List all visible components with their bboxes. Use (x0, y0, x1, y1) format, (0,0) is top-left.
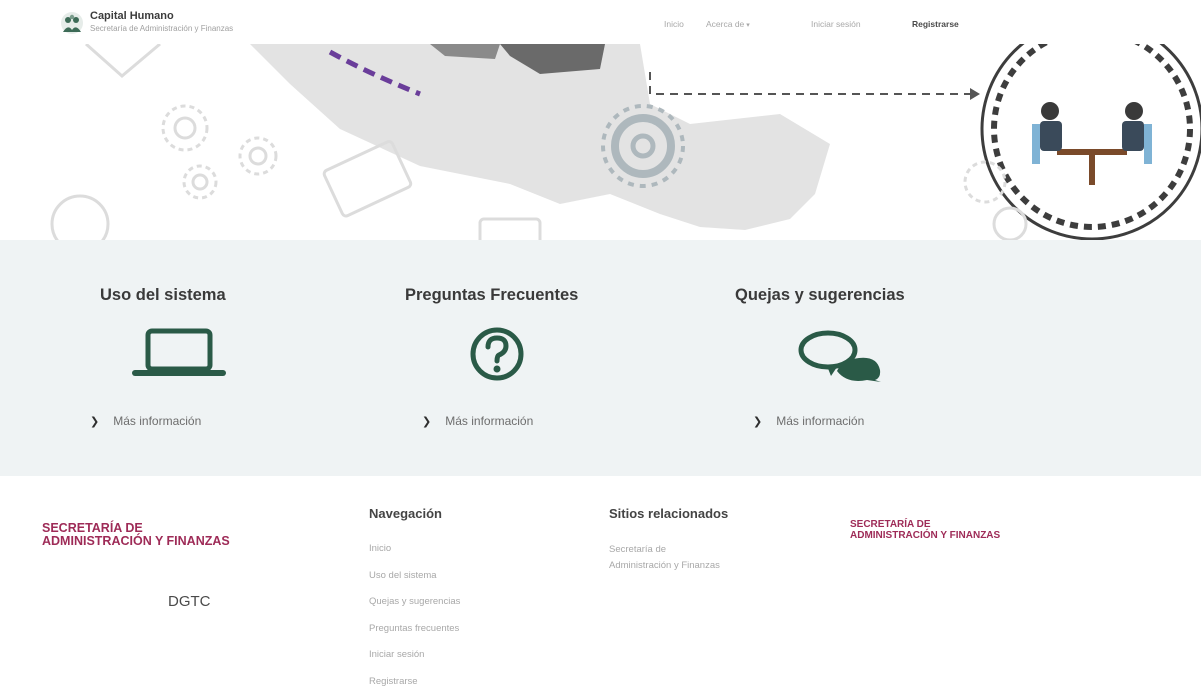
services-section: Uso del sistema ❯ Más información Pregun… (0, 240, 1201, 476)
footer-link-registrarse[interactable]: Registrarse (369, 675, 460, 698)
footer-related-link[interactable]: Secretaría de Administración y Finanzas (609, 542, 809, 574)
dgtc-label: DGTC (168, 593, 211, 610)
service-title-preguntas-frecuentes: Preguntas Frecuentes (405, 286, 579, 304)
chevron-right-icon: ❯ (422, 415, 432, 428)
mas-informacion-link-quejas[interactable]: ❯ Más información (753, 414, 864, 428)
question-circle-icon (470, 327, 524, 381)
mas-informacion-link-uso[interactable]: ❯ Más información (90, 414, 201, 428)
footer-link-preguntas[interactable]: Preguntas frecuentes (369, 622, 460, 649)
footer-link-quejas[interactable]: Quejas y sugerencias (369, 595, 460, 622)
footer-link-iniciar-sesion[interactable]: Iniciar sesión (369, 648, 460, 675)
nav-link-registrarse[interactable]: Registrarse (912, 18, 959, 30)
footer-related-heading: Sitios relacionados (609, 506, 729, 521)
footer-navigation-heading: Navegación (369, 506, 442, 521)
chevron-right-icon: ❯ (753, 415, 763, 428)
chevron-down-icon: ▾ (746, 22, 750, 29)
nav-link-iniciar-sesion[interactable]: Iniciar sesión (811, 18, 861, 30)
related-link-line2: Administración y Finanzas (609, 560, 720, 571)
chevron-right-icon: ❯ (90, 415, 100, 428)
main-nav: Inicio Acerca de ▾ Iniciar sesión Registr… (0, 18, 1201, 30)
org-name-right: SECRETARÍA DE ADMINISTRACIÓN Y FINANZAS (850, 519, 1001, 541)
org-name-left: SECRETARÍA DE ADMINISTRACIÓN Y FINANZAS (42, 521, 230, 549)
mas-informacion-link-preguntas[interactable]: ❯ Más información (422, 414, 533, 428)
service-title-uso-del-sistema: Uso del sistema (100, 286, 226, 304)
nav-link-acerca-de-label: Acerca de (706, 19, 745, 29)
chat-bubbles-icon (798, 330, 881, 382)
related-link-line1: Secretaría de (609, 544, 667, 555)
mas-informacion-label: Más información (445, 414, 534, 428)
mas-informacion-label: Más información (113, 414, 202, 428)
footer-link-inicio[interactable]: Inicio (369, 542, 460, 569)
nav-link-acerca-de[interactable]: Acerca de ▾ (706, 18, 750, 32)
top-navbar: Capital Humano Secretaría de Administrac… (0, 0, 1201, 44)
hero-illustration (50, 44, 1201, 240)
laptop-icon (132, 328, 226, 376)
footer-link-uso-del-sistema[interactable]: Uso del sistema (369, 569, 460, 596)
hero-banner (0, 44, 1201, 240)
org-name-line2: ADMINISTRACIÓN Y FINANZAS (42, 534, 230, 549)
mas-informacion-label: Más información (776, 414, 865, 428)
nav-link-inicio[interactable]: Inicio (664, 18, 684, 30)
footer-navigation-list: Inicio Uso del sistema Quejas y sugerenc… (369, 542, 460, 698)
service-title-quejas-y-sugerencias: Quejas y sugerencias (735, 286, 905, 304)
org-name-line2: ADMINISTRACIÓN Y FINANZAS (850, 529, 1001, 541)
org-name-line1: SECRETARÍA DE (850, 519, 931, 530)
footer: SECRETARÍA DE ADMINISTRACIÓN Y FINANZAS … (0, 476, 1201, 698)
